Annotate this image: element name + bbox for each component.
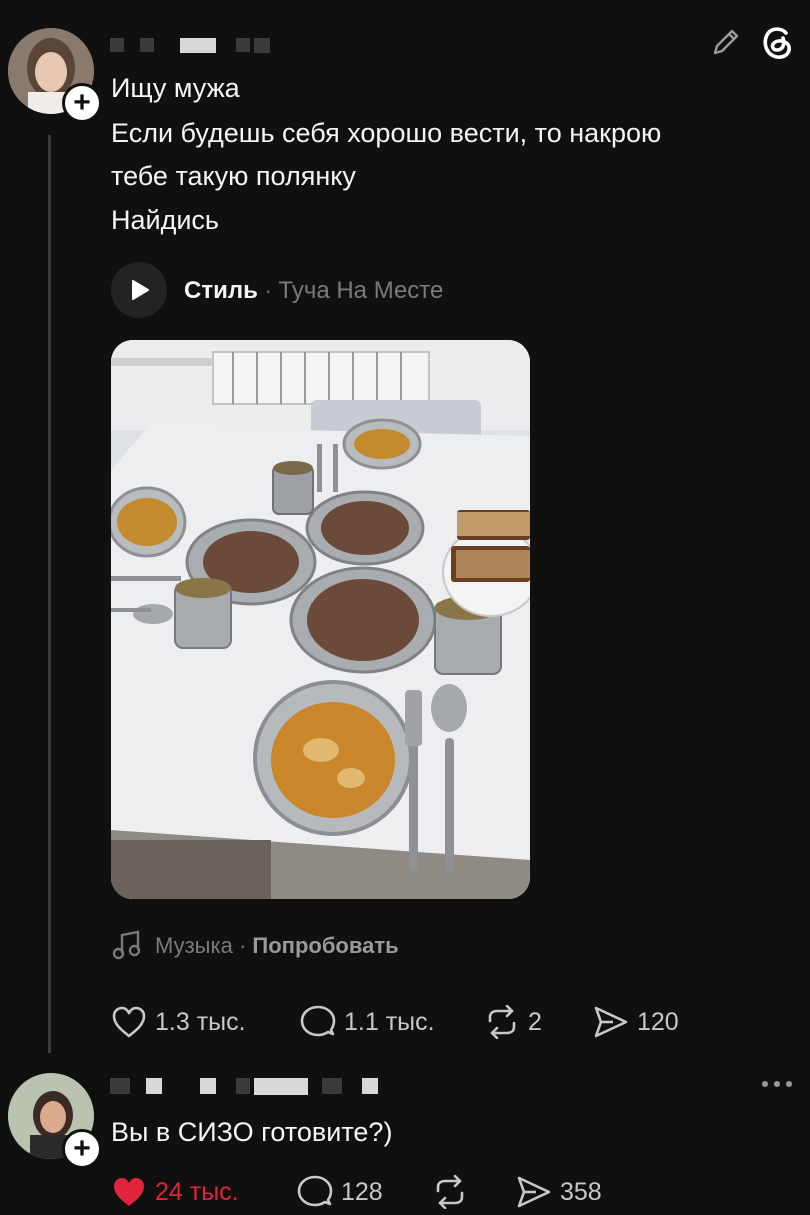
music-play-button[interactable] <box>111 262 167 318</box>
post-text-line-2: Если будешь себя хорошо вести, то накрою <box>111 118 662 148</box>
more-icon[interactable] <box>760 1076 794 1092</box>
redacted-username <box>110 38 124 52</box>
music-separator: · <box>264 278 272 303</box>
reply-comment-button[interactable]: 128 <box>297 1175 383 1209</box>
redacted-username <box>146 1078 162 1094</box>
reply-repost-button[interactable] <box>432 1175 468 1209</box>
reply-text: Вы в СИЗО готовите?) <box>111 1117 393 1147</box>
music-note-icon <box>111 929 143 961</box>
redacted-username <box>140 38 154 52</box>
redacted-username <box>254 38 270 53</box>
play-icon <box>132 280 149 300</box>
comment-count: 1.1 тыс. <box>344 1007 435 1036</box>
heart-icon <box>112 1006 146 1038</box>
heart-icon <box>114 1178 144 1206</box>
thread-connector-line <box>48 135 51 1053</box>
reply-follow-plus-button[interactable]: + <box>62 1129 102 1169</box>
comment-icon <box>300 1005 336 1037</box>
redacted-username <box>322 1078 342 1094</box>
music-hint-label: Музыка <box>155 933 233 958</box>
share-button[interactable]: 120 <box>593 1005 679 1039</box>
post-text-line-3: тебе такую полянку <box>111 161 356 191</box>
post-image[interactable] <box>111 340 530 899</box>
redacted-username <box>236 38 250 52</box>
music-hint-separator: · <box>238 933 247 958</box>
redacted-username <box>236 1078 250 1094</box>
reply-like-count: 24 тыс. <box>155 1177 239 1206</box>
music-hint: Музыка · Попробовать <box>155 933 399 959</box>
edit-icon[interactable] <box>710 26 742 58</box>
redacted-username <box>362 1078 378 1094</box>
redacted-username <box>254 1078 308 1095</box>
repost-icon <box>436 1175 464 1209</box>
redacted-username <box>180 38 216 53</box>
threads-logo-icon[interactable] <box>759 24 795 62</box>
post-text-line-4: Найдись <box>111 205 219 235</box>
redacted-username <box>200 1078 216 1094</box>
like-button[interactable]: 1.3 тыс. <box>111 1005 246 1039</box>
reply-share-count: 358 <box>560 1177 602 1206</box>
redacted-username <box>110 1078 130 1094</box>
share-count: 120 <box>637 1007 679 1036</box>
reply-share-button[interactable]: 358 <box>516 1175 602 1209</box>
music-try-link[interactable]: Попробовать <box>252 933 398 958</box>
repost-icon <box>488 1005 516 1039</box>
reply-comment-count: 128 <box>341 1177 383 1206</box>
comment-icon <box>297 1175 333 1207</box>
music-track-title: Стиль <box>184 277 258 304</box>
music-track-artist: Туча На Месте <box>278 277 444 304</box>
share-icon <box>517 1176 551 1208</box>
follow-plus-button[interactable]: + <box>62 83 102 123</box>
music-track-info[interactable]: Стиль · Туча На Месте <box>184 277 443 305</box>
share-icon <box>594 1006 628 1038</box>
post-text-line-1: Ищу мужа <box>111 73 240 103</box>
repost-button[interactable]: 2 <box>484 1005 542 1039</box>
comment-button[interactable]: 1.1 тыс. <box>300 1005 435 1039</box>
reply-like-button[interactable]: 24 тыс. <box>111 1175 239 1209</box>
repost-count: 2 <box>528 1007 542 1036</box>
like-count: 1.3 тыс. <box>155 1007 246 1036</box>
